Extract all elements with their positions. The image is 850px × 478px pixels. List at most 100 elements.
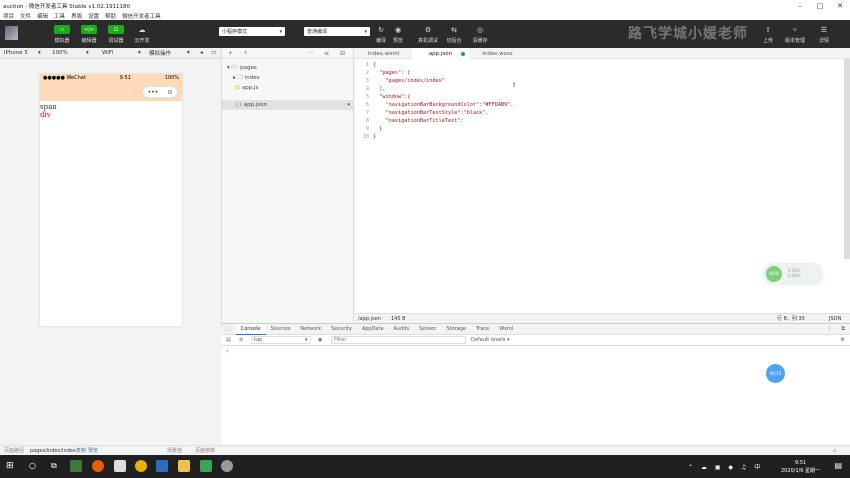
close-button[interactable]: ✕ bbox=[830, 0, 850, 11]
search-icon[interactable]: ○ bbox=[29, 461, 36, 470]
line-content: "navigationBarBackgroundColor":"#FFDAB9"… bbox=[373, 102, 514, 108]
tab-sensor[interactable]: Sensor bbox=[414, 324, 441, 335]
status-position[interactable]: 行 8，列 30 bbox=[777, 315, 805, 322]
code-area[interactable]: 1{ 2 "pages": [ 3 "pages/index/index" 4 … bbox=[355, 59, 850, 141]
background-button[interactable]: ⇆ 切后台 bbox=[446, 25, 462, 45]
console-filter-input[interactable] bbox=[331, 336, 466, 344]
chrome-icon[interactable] bbox=[135, 460, 147, 472]
timer-bubble[interactable]: 00:10 bbox=[766, 364, 785, 383]
compile-select[interactable]: 普通编译 bbox=[304, 27, 370, 36]
mode-select[interactable]: 小程序模式 bbox=[219, 27, 285, 36]
preview-button[interactable]: ◉ 预览 bbox=[390, 25, 406, 45]
tab-wxml[interactable]: Wxml bbox=[494, 324, 518, 335]
cloud-button[interactable]: ☁ 云开发 bbox=[134, 25, 150, 45]
carrier: ●●●●● WeChat bbox=[43, 75, 86, 81]
menu-help[interactable]: 帮助 bbox=[105, 12, 116, 20]
menu-tools[interactable]: 工具 bbox=[54, 12, 65, 20]
menu-view[interactable]: 界面 bbox=[71, 12, 82, 20]
operation-select[interactable]: 模拟操作 bbox=[149, 49, 171, 57]
device-select[interactable]: iPhone 5 bbox=[4, 50, 28, 56]
editor-scrollbar[interactable] bbox=[844, 59, 850, 259]
notification-center-icon[interactable]: ▤ bbox=[834, 461, 842, 470]
system-tray-icons[interactable]: ⌃ ☁ ▣ ◆ ♫ 中 bbox=[688, 462, 763, 471]
tab-index-wxml[interactable]: index.wxml bbox=[355, 48, 412, 59]
upload-button[interactable]: ⇧ 上传 bbox=[760, 25, 776, 45]
window-icon[interactable]: ▭ bbox=[211, 50, 216, 56]
sort-icon[interactable]: ≡ bbox=[324, 50, 329, 57]
chevron-down-icon[interactable]: ▾ bbox=[187, 50, 190, 56]
menu-file[interactable]: 文件 bbox=[20, 12, 31, 20]
menu-project[interactable]: 项目 bbox=[3, 12, 14, 20]
phone-screen[interactable]: ●●●●● WeChat 9:51 100% ••• ⊙ span div bbox=[40, 74, 182, 326]
menu-edit[interactable]: 编辑 bbox=[37, 12, 48, 20]
clear-cache-button[interactable]: ◎ 清缓存 bbox=[472, 25, 488, 45]
levels-select[interactable]: Default levels ▾ bbox=[471, 337, 509, 343]
clock[interactable]: 9:51 2020/1/6 星期一 bbox=[781, 459, 820, 475]
context-select[interactable]: top bbox=[251, 336, 311, 344]
chevron-down-icon[interactable]: ▾ bbox=[138, 50, 141, 56]
more-icon[interactable]: ••• bbox=[148, 89, 159, 96]
zoom-select[interactable]: 100% bbox=[52, 50, 68, 56]
menu-devtools[interactable]: 微信开发者工具 bbox=[122, 12, 161, 20]
close-circle-icon[interactable]: ⊙ bbox=[167, 89, 172, 96]
menu-settings[interactable]: 设置 bbox=[88, 12, 99, 20]
tab-app-json[interactable]: app.json bbox=[412, 48, 469, 59]
debugger-toggle-button[interactable]: ⊡ 调试器 bbox=[108, 25, 124, 44]
tab-audits[interactable]: Audits bbox=[389, 324, 415, 335]
windows-start-icon[interactable]: ⊞ bbox=[6, 461, 14, 471]
params-label[interactable]: 页面参数 bbox=[195, 447, 215, 454]
collapse-icon[interactable]: ◂ bbox=[200, 50, 203, 56]
firefox-icon[interactable] bbox=[92, 460, 104, 472]
wechat-devtools-icon[interactable] bbox=[221, 460, 233, 472]
version-button[interactable]: ⑂ 版本管理 bbox=[785, 25, 805, 45]
preview-link[interactable]: 预览 bbox=[88, 447, 98, 454]
console-prompt[interactable]: › bbox=[221, 346, 850, 357]
tree-item-index[interactable]: ▸ 🗀 index bbox=[222, 73, 353, 83]
tab-storage[interactable]: Storage bbox=[441, 324, 471, 335]
gear-icon[interactable]: ⚙ bbox=[841, 337, 845, 343]
remote-debug-button[interactable]: ⚙ 真机调试 bbox=[418, 25, 438, 45]
eye-icon[interactable]: ◉ bbox=[318, 337, 322, 343]
tab-sources[interactable]: Sources bbox=[266, 324, 296, 335]
notification-icon[interactable]: ⌂ bbox=[833, 448, 836, 454]
compile-button[interactable]: ↻ 编译 bbox=[373, 25, 389, 45]
more-vertical-icon[interactable]: ⋮ bbox=[827, 326, 832, 332]
clear-console-icon[interactable]: ⊘ bbox=[239, 337, 243, 343]
inspect-icon[interactable]: ⬚ bbox=[221, 324, 236, 335]
sidebar-toggle-icon[interactable]: ▤ bbox=[226, 337, 231, 343]
app-icon-2[interactable] bbox=[200, 460, 212, 472]
file-explorer-icon[interactable] bbox=[178, 460, 190, 472]
more-icon[interactable]: ··· bbox=[308, 50, 314, 57]
maximize-button[interactable]: □ bbox=[810, 0, 830, 11]
capsule-menu[interactable]: ••• ⊙ bbox=[142, 86, 178, 98]
dock-icon[interactable]: ⧉ bbox=[841, 326, 845, 332]
status-language[interactable]: JSON bbox=[829, 316, 841, 322]
tree-item-pages[interactable]: ▾ 🗁 pages bbox=[222, 63, 353, 73]
tab-console[interactable]: Console bbox=[235, 323, 266, 335]
collapse-all-icon[interactable]: ⊟ bbox=[340, 50, 345, 57]
tab-trace[interactable]: Trace bbox=[471, 324, 494, 335]
notepad-icon[interactable] bbox=[114, 460, 126, 472]
minimize-button[interactable]: – bbox=[790, 0, 810, 11]
app-icon-1[interactable] bbox=[70, 460, 82, 472]
simulator-toggle-button[interactable]: ▭ 模拟器 bbox=[54, 25, 70, 44]
network-select[interactable]: WiFi bbox=[102, 50, 113, 56]
tab-appdata[interactable]: AppData bbox=[357, 324, 389, 335]
tab-index-wxss[interactable]: index.wxss bbox=[469, 48, 526, 59]
chevron-down-icon[interactable]: ▾ bbox=[38, 50, 41, 56]
editor-toggle-button[interactable]: </> 编辑器 bbox=[81, 25, 97, 44]
tree-item-app-json[interactable]: {} app.json bbox=[222, 100, 353, 110]
avatar[interactable] bbox=[5, 26, 18, 40]
task-view-icon[interactable]: ⧉ bbox=[51, 461, 57, 471]
tab-network[interactable]: Network bbox=[295, 324, 326, 335]
tab-security[interactable]: Security bbox=[326, 324, 357, 335]
details-button[interactable]: ☰ 详情 bbox=[816, 25, 832, 45]
search-icon[interactable]: ⌕ bbox=[244, 49, 247, 57]
copy-link[interactable]: 复制 bbox=[76, 447, 86, 454]
editor-app-icon[interactable] bbox=[156, 460, 168, 472]
chevron-down-icon[interactable]: ▾ bbox=[86, 50, 89, 56]
tree-item-app-js[interactable]: JS app.js bbox=[222, 83, 353, 93]
network-speed-widget[interactable]: 40% 0.5K/s 0.4K/s bbox=[764, 264, 822, 284]
scene-label[interactable]: 场景值 bbox=[167, 447, 182, 454]
add-icon[interactable]: + bbox=[228, 50, 233, 57]
